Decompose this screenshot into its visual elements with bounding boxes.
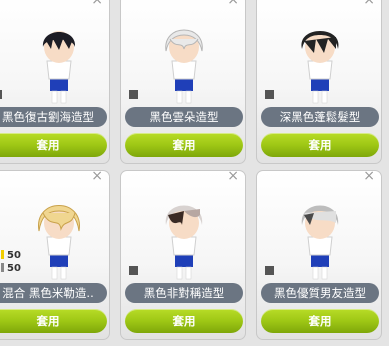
character-preview-1 (42, 31, 76, 104)
mix-color-bar (1, 250, 4, 259)
apply-button[interactable]: 套用 (0, 309, 107, 333)
mix-ratio-primary: 50 (1, 250, 21, 262)
close-icon[interactable]: × (227, 0, 239, 7)
apply-button[interactable]: 套用 (0, 133, 107, 157)
hair-name-label: 黑色雲朵造型 (125, 107, 243, 127)
character-preview-6 (301, 205, 339, 280)
color-swatch (0, 90, 2, 99)
hair-name-label: 黑色非對稱造型 (125, 283, 243, 303)
mix-color-bar (1, 263, 4, 272)
hair-card-1[interactable]: × 黑色復古劉海造型 套用 (0, 0, 110, 164)
character-preview-2 (165, 29, 203, 104)
character-preview-5 (165, 205, 203, 280)
hair-name-label: 混合 黑色米勒造.. (0, 283, 107, 303)
hair-card-3[interactable]: × 深黑色蓬鬆髮型 套用 (256, 0, 382, 164)
hair-card-5[interactable]: × 黑色非對稱造型 套用 (120, 170, 246, 340)
apply-button[interactable]: 套用 (261, 309, 379, 333)
apply-button[interactable]: 套用 (125, 133, 243, 157)
hair-card-6[interactable]: × 黑色優質男友造型 套用 (256, 170, 382, 340)
apply-button[interactable]: 套用 (261, 133, 379, 157)
color-swatch (129, 266, 138, 275)
close-icon[interactable]: × (363, 171, 375, 183)
mix-ratio-value: 50 (7, 263, 21, 274)
hair-name-label: 黑色優質男友造型 (261, 283, 379, 303)
color-swatch (265, 90, 274, 99)
apply-button[interactable]: 套用 (125, 309, 243, 333)
character-preview-3 (301, 31, 339, 104)
color-swatch (129, 90, 138, 99)
close-icon[interactable]: × (363, 0, 375, 7)
mix-ratio-value: 50 (7, 250, 21, 261)
close-icon[interactable]: × (227, 171, 239, 183)
mix-ratio-secondary: 50 (1, 263, 21, 275)
close-icon[interactable]: × (91, 171, 103, 183)
close-icon[interactable]: × (91, 0, 103, 7)
character-preview-4 (38, 205, 80, 280)
hair-card-4[interactable]: × 50 50 混合 黑色米勒造.. 套用 (0, 170, 110, 340)
color-swatch (265, 266, 274, 275)
hair-name-label: 深黑色蓬鬆髮型 (261, 107, 379, 127)
hair-card-2[interactable]: × 黑色雲朵造型 套用 (120, 0, 246, 164)
hair-name-label: 黑色復古劉海造型 (0, 107, 107, 127)
